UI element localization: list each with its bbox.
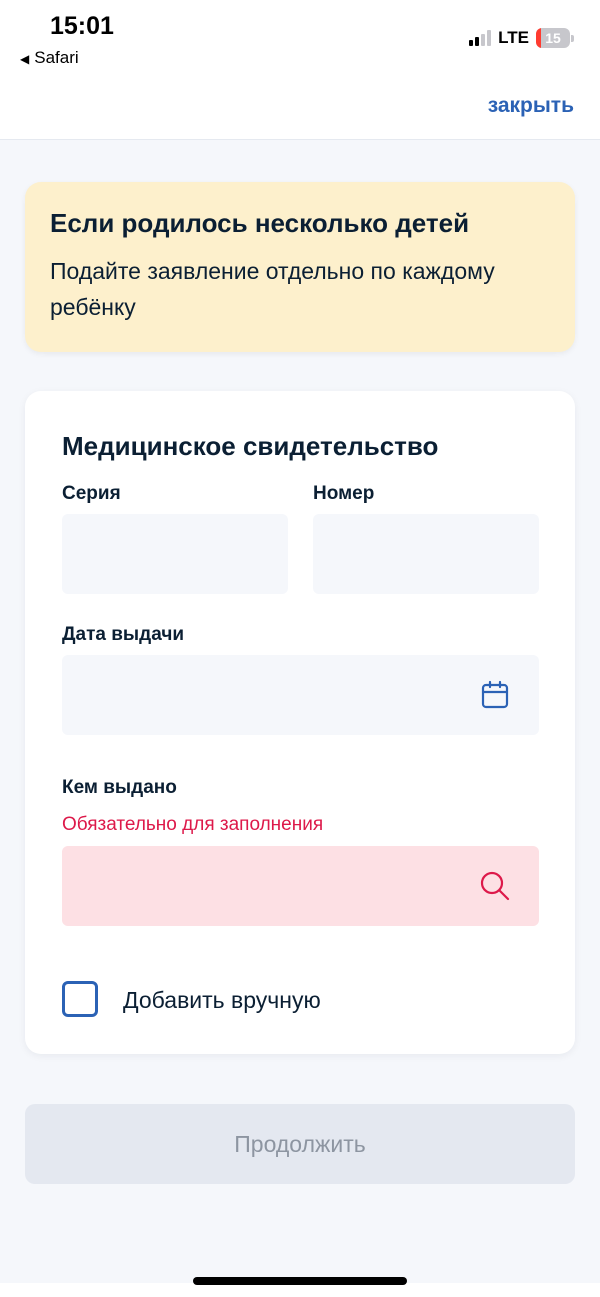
series-label: Серия bbox=[62, 483, 121, 504]
home-indicator[interactable] bbox=[193, 1277, 407, 1285]
series-input[interactable] bbox=[62, 514, 288, 594]
battery-icon: 15 bbox=[536, 28, 574, 48]
status-indicators: LTE 15 bbox=[469, 28, 574, 48]
issue-date-input[interactable] bbox=[62, 655, 539, 735]
number-input[interactable] bbox=[313, 514, 539, 594]
back-app-label: Safari bbox=[34, 48, 79, 67]
issued-by-error: Обязательно для заполнения bbox=[62, 814, 324, 835]
bottom-safe-area bbox=[0, 1283, 600, 1297]
notice-text: Подайте заявление отдельно по каждому ре… bbox=[50, 258, 495, 320]
continue-button[interactable]: Продолжить bbox=[25, 1104, 575, 1184]
multiple-children-notice: Если родилось несколько детей Подайте за… bbox=[25, 182, 575, 352]
top-navbar: закрыть bbox=[0, 78, 600, 140]
back-to-app-link[interactable]: ◀ Safari bbox=[20, 48, 79, 68]
close-button[interactable]: закрыть bbox=[488, 94, 574, 118]
search-icon[interactable] bbox=[479, 870, 511, 902]
calendar-icon[interactable] bbox=[479, 679, 511, 711]
number-label: Номер bbox=[313, 483, 375, 504]
manual-entry-checkbox[interactable] bbox=[62, 981, 98, 1017]
network-type: LTE bbox=[498, 28, 529, 47]
signal-icon bbox=[469, 30, 492, 46]
issued-by-input[interactable] bbox=[62, 846, 539, 926]
card-title: Медицинское свидетельство bbox=[62, 431, 439, 461]
battery-percent: 15 bbox=[545, 30, 561, 46]
manual-entry-label[interactable]: Добавить вручную bbox=[123, 987, 321, 1014]
notice-title: Если родилось несколько детей bbox=[50, 208, 470, 238]
status-time: 15:01 bbox=[50, 12, 114, 40]
issued-by-label: Кем выдано bbox=[62, 777, 177, 798]
back-arrow-icon: ◀ bbox=[20, 52, 30, 66]
issue-date-label: Дата выдачи bbox=[62, 624, 185, 645]
medical-certificate-card: Медицинское свидетельство Серия Номер Да… bbox=[25, 391, 575, 1054]
status-bar: 15:01 ◀ Safari LTE 15 bbox=[0, 0, 600, 78]
